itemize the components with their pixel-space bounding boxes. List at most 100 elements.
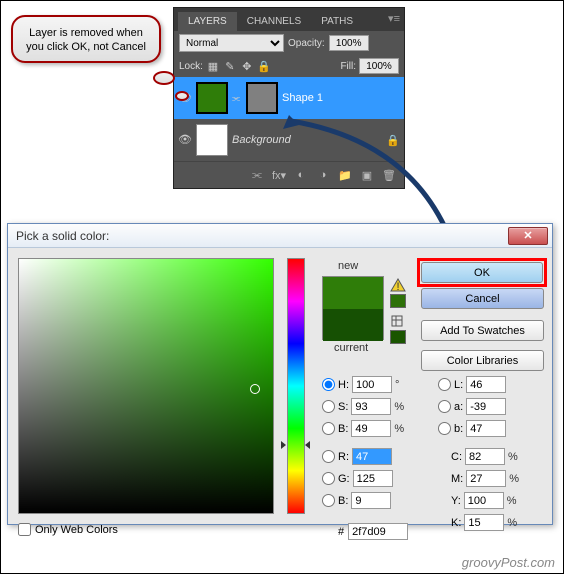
radio-bb2[interactable] (438, 422, 451, 435)
field-s: S: % (322, 398, 408, 415)
input-g[interactable] (353, 470, 393, 487)
lock-transparency-icon[interactable]: ▦ (206, 59, 220, 73)
lock-indicator-icon: 🔒 (386, 134, 400, 147)
field-y: Y: % (451, 492, 521, 509)
radio-s[interactable] (322, 400, 335, 413)
input-hex[interactable] (348, 523, 408, 540)
input-a[interactable] (466, 398, 506, 415)
tab-layers[interactable]: LAYERS (178, 12, 237, 31)
hex-field: # (338, 523, 408, 540)
color-cursor[interactable] (250, 384, 260, 394)
layer-mask-thumb[interactable] (246, 82, 278, 114)
field-c: C: % (451, 448, 522, 465)
link-icon[interactable]: ⫘ (232, 93, 242, 104)
input-bb[interactable] (351, 492, 391, 509)
tab-channels[interactable]: CHANNELS (237, 12, 311, 31)
field-h: H: ° (322, 376, 409, 393)
link-layers-icon[interactable]: ⫘ (247, 167, 267, 183)
radio-b[interactable] (322, 422, 335, 435)
cancel-button[interactable]: Cancel (421, 288, 544, 309)
lock-image-icon[interactable]: ✎ (223, 59, 237, 73)
blend-mode-select[interactable]: Normal (179, 34, 284, 52)
current-color[interactable] (323, 309, 383, 341)
new-color[interactable] (323, 277, 383, 309)
svg-text:!: ! (396, 281, 399, 292)
layer-mask-icon[interactable]: ◐ (291, 167, 311, 183)
input-s[interactable] (351, 398, 391, 415)
color-preview (322, 276, 384, 340)
field-bb2: b: (438, 420, 506, 437)
fill-label: Fill: (340, 61, 356, 72)
field-l: L: (438, 376, 506, 393)
panel-tabs: LAYERS CHANNELS PATHS (174, 8, 404, 31)
layer-thumb (196, 124, 228, 156)
field-g: G: (322, 470, 393, 487)
input-l[interactable] (466, 376, 506, 393)
input-h[interactable] (352, 376, 392, 393)
only-web-checkbox[interactable] (18, 523, 31, 536)
layer-row-background[interactable]: 👁 Background 🔒 (174, 119, 404, 161)
callout-tail (153, 71, 175, 85)
field-a: a: (438, 398, 506, 415)
gamut-safe-swatch[interactable] (390, 294, 406, 308)
radio-l[interactable] (438, 378, 451, 391)
callout-tail (175, 91, 189, 101)
color-picker-dialog: Pick a solid color: ✕ new current ! OK C… (7, 223, 553, 525)
lock-row: Lock: ▦ ✎ ✥ 🔒 Fill: (174, 55, 404, 77)
layer-group-icon[interactable]: 📁 (335, 167, 355, 183)
field-b: B: % (322, 420, 408, 437)
input-m[interactable] (466, 470, 506, 487)
layer-name: Shape 1 (282, 92, 323, 104)
new-layer-icon[interactable]: ▣ (357, 167, 377, 183)
input-r[interactable] (352, 448, 392, 465)
visibility-icon[interactable]: 👁 (178, 133, 192, 147)
field-bb: B: (322, 492, 391, 509)
add-swatches-button[interactable]: Add To Swatches (421, 320, 544, 341)
fill-input[interactable] (359, 58, 399, 74)
close-button[interactable]: ✕ (508, 227, 548, 245)
layer-list: 👁 ⫘ Shape 1 👁 Background 🔒 (174, 77, 404, 161)
hue-marker[interactable] (305, 441, 310, 449)
current-label: current (334, 342, 368, 354)
ok-button[interactable]: OK (421, 262, 543, 283)
radio-g[interactable] (322, 472, 335, 485)
new-label: new (338, 260, 358, 272)
lock-position-icon[interactable]: ✥ (240, 59, 254, 73)
layer-row-shape1[interactable]: 👁 ⫘ Shape 1 (174, 77, 404, 119)
input-k[interactable] (464, 514, 504, 531)
panel-top-row: Normal Opacity: (174, 31, 404, 55)
radio-bb[interactable] (322, 494, 335, 507)
radio-h[interactable] (322, 378, 335, 391)
lock-all-icon[interactable]: 🔒 (257, 59, 271, 73)
input-y[interactable] (464, 492, 504, 509)
ok-highlight: OK (417, 258, 547, 287)
websafe-swatch[interactable] (390, 330, 406, 344)
input-bb2[interactable] (466, 420, 506, 437)
only-web-colors: Only Web Colors (18, 523, 118, 536)
hue-marker[interactable] (281, 441, 286, 449)
layer-color-thumb[interactable] (196, 82, 228, 114)
adjustment-layer-icon[interactable]: ◑ (313, 167, 333, 183)
titlebar[interactable]: Pick a solid color: ✕ (8, 224, 552, 248)
field-m: M: % (451, 470, 523, 487)
dialog-title: Pick a solid color: (16, 229, 508, 243)
dialog-body: new current ! OK Cancel Add To Swatches … (8, 248, 552, 524)
gamut-warning-icon[interactable]: ! (390, 278, 406, 292)
websafe-warning-icon[interactable] (390, 314, 406, 328)
watermark: groovyPost.com (462, 555, 555, 570)
color-field[interactable] (18, 258, 274, 514)
layers-panel: ▾≡ LAYERS CHANNELS PATHS Normal Opacity:… (173, 7, 405, 189)
layer-style-icon[interactable]: fx▾ (269, 167, 289, 183)
tab-paths[interactable]: PATHS (311, 12, 363, 31)
hue-strip[interactable] (287, 258, 305, 514)
color-libraries-button[interactable]: Color Libraries (421, 350, 544, 371)
panel-menu-icon[interactable]: ▾≡ (388, 12, 400, 25)
opacity-input[interactable] (329, 35, 369, 51)
radio-a[interactable] (438, 400, 451, 413)
field-r: R: (322, 448, 392, 465)
delete-layer-icon[interactable]: 🗑 (379, 167, 399, 183)
radio-r[interactable] (322, 450, 335, 463)
annotation-callout: Layer is removed when you click OK, not … (11, 15, 161, 63)
input-c[interactable] (465, 448, 505, 465)
input-b[interactable] (351, 420, 391, 437)
